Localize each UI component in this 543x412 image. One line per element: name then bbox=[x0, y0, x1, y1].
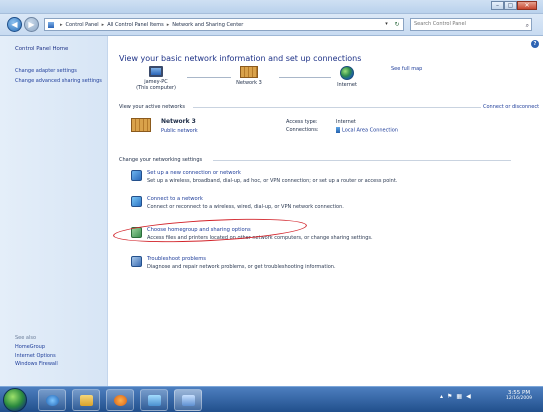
internet-label: Internet bbox=[337, 82, 357, 88]
map-network: Network 3 bbox=[229, 66, 269, 86]
active-networks-heading: View your active networks bbox=[119, 104, 185, 110]
address-bar: ◀ ▶ ▸ Control Panel ▸ All Control Panel … bbox=[0, 14, 543, 36]
globe-icon bbox=[340, 66, 354, 80]
change-settings-heading: Change your networking settings bbox=[119, 157, 203, 163]
folder-icon bbox=[80, 395, 93, 406]
control-panel-icon bbox=[48, 21, 54, 28]
computer-icon bbox=[149, 66, 163, 77]
network-name: Network 3 bbox=[236, 80, 262, 86]
back-button[interactable]: ◀ bbox=[7, 17, 22, 32]
forward-button[interactable]: ▶ bbox=[24, 17, 39, 32]
task-links: Change adapter settings Change advanced … bbox=[15, 68, 103, 87]
map-internet: Internet bbox=[329, 66, 365, 88]
connect-to-network-link[interactable]: Connect to a network bbox=[147, 196, 203, 202]
network-adapter-icon bbox=[336, 127, 340, 133]
taskbar-control-panel[interactable] bbox=[174, 389, 202, 411]
chevron-down-icon[interactable]: ▾ bbox=[382, 19, 391, 30]
public-network-icon bbox=[240, 66, 258, 78]
divider bbox=[213, 160, 511, 161]
breadcrumb-network-center[interactable]: Network and Sharing Center bbox=[172, 22, 243, 28]
public-network-icon bbox=[131, 118, 151, 132]
refresh-icon[interactable]: ↻ bbox=[392, 19, 402, 30]
search-icon[interactable]: ⌕ bbox=[526, 20, 529, 31]
connections-link[interactable]: Local Area Connection bbox=[336, 127, 398, 134]
active-network-card: Network 3 Public network Access type: In… bbox=[131, 116, 511, 142]
minimize-button[interactable]: – bbox=[491, 1, 504, 10]
media-player-icon bbox=[114, 395, 127, 406]
windows-firewall-link[interactable]: Windows Firewall bbox=[15, 361, 58, 368]
task-description: Set up a wireless, broadband, dial-up, a… bbox=[147, 178, 398, 184]
map-this-computer: jamey-PC (This computer) bbox=[133, 66, 179, 91]
control-panel-icon bbox=[182, 395, 195, 406]
breadcrumb-separator: ▸ bbox=[60, 21, 63, 28]
task-description: Connect or reconnect to a wireless, wire… bbox=[147, 204, 344, 210]
see-also-links: HomeGroup Internet Options Windows Firew… bbox=[15, 344, 58, 370]
see-also-heading: See also bbox=[15, 335, 37, 341]
troubleshoot-link[interactable]: Troubleshoot problems bbox=[147, 256, 206, 262]
setup-connection-link[interactable]: Set up a new connection or network bbox=[147, 170, 241, 176]
volume-icon[interactable]: ◀ bbox=[466, 393, 471, 400]
taskbar-explorer[interactable] bbox=[72, 389, 100, 411]
control-panel-home-link[interactable]: Control Panel Home bbox=[15, 46, 68, 52]
taskbar: ▴ ⚑ ▦ ◀ 3:55 PM 12/16/2009 bbox=[0, 386, 543, 412]
breadcrumb[interactable]: ▸ Control Panel ▸ All Control Panel Item… bbox=[44, 18, 404, 31]
see-full-map-link[interactable]: See full map bbox=[391, 66, 422, 72]
divider bbox=[193, 107, 481, 108]
help-icon[interactable]: ? bbox=[531, 40, 539, 48]
app-icon bbox=[148, 395, 161, 406]
highlight-ellipse bbox=[112, 214, 308, 247]
breadcrumb-separator: ▸ bbox=[101, 21, 105, 28]
maximize-button[interactable]: ▢ bbox=[504, 1, 517, 10]
show-hidden-icons-icon[interactable]: ▴ bbox=[440, 393, 443, 400]
connections-label: Connections: bbox=[286, 127, 319, 133]
left-navigation-pane: Control Panel Home Change adapter settin… bbox=[0, 36, 108, 386]
map-connector bbox=[187, 77, 231, 78]
search-input[interactable] bbox=[414, 21, 518, 27]
main-content: ? View your basic network information an… bbox=[109, 36, 543, 386]
start-button[interactable] bbox=[3, 388, 27, 412]
connections-value[interactable]: Local Area Connection bbox=[342, 128, 398, 134]
change-advanced-sharing-link[interactable]: Change advanced sharing settings bbox=[15, 78, 103, 85]
map-connector bbox=[279, 77, 331, 78]
network-type-link[interactable]: Public network bbox=[161, 128, 198, 134]
new-connection-icon bbox=[131, 170, 142, 181]
task-description: Diagnose and repair network problems, or… bbox=[147, 264, 336, 270]
breadcrumb-control-panel[interactable]: Control Panel bbox=[66, 22, 99, 28]
change-adapter-settings-link[interactable]: Change adapter settings bbox=[15, 68, 103, 75]
access-type-value: Internet bbox=[336, 119, 356, 125]
taskbar-app[interactable] bbox=[140, 389, 168, 411]
breadcrumb-separator: ▸ bbox=[166, 21, 170, 28]
connect-network-icon bbox=[131, 196, 142, 207]
homegroup-link[interactable]: HomeGroup bbox=[15, 344, 58, 351]
taskbar-media-player[interactable] bbox=[106, 389, 134, 411]
connect-disconnect-link[interactable]: Connect or disconnect bbox=[483, 104, 539, 110]
troubleshoot-icon bbox=[131, 256, 142, 267]
system-tray: ▴ ⚑ ▦ ◀ bbox=[440, 393, 471, 400]
flag-icon[interactable]: ⚑ bbox=[447, 393, 452, 400]
search-box[interactable]: ⌕ bbox=[410, 18, 532, 31]
internet-explorer-icon bbox=[46, 395, 59, 406]
clock[interactable]: 3:55 PM 12/16/2009 bbox=[500, 390, 538, 401]
clock-date: 12/16/2009 bbox=[506, 396, 532, 401]
access-type-label: Access type: bbox=[286, 119, 318, 125]
page-title: View your basic network information and … bbox=[119, 54, 362, 63]
active-network-name: Network 3 bbox=[161, 118, 196, 125]
breadcrumb-all-items[interactable]: All Control Panel Items bbox=[107, 22, 164, 28]
internet-options-link[interactable]: Internet Options bbox=[15, 353, 58, 360]
close-button[interactable]: ✕ bbox=[517, 1, 537, 10]
computer-sublabel: (This computer) bbox=[136, 85, 176, 91]
window-controls: – ▢ ✕ bbox=[491, 1, 537, 10]
network-icon[interactable]: ▦ bbox=[456, 393, 462, 400]
title-bar[interactable]: – ▢ ✕ bbox=[0, 0, 543, 14]
taskbar-internet-explorer[interactable] bbox=[38, 389, 66, 411]
